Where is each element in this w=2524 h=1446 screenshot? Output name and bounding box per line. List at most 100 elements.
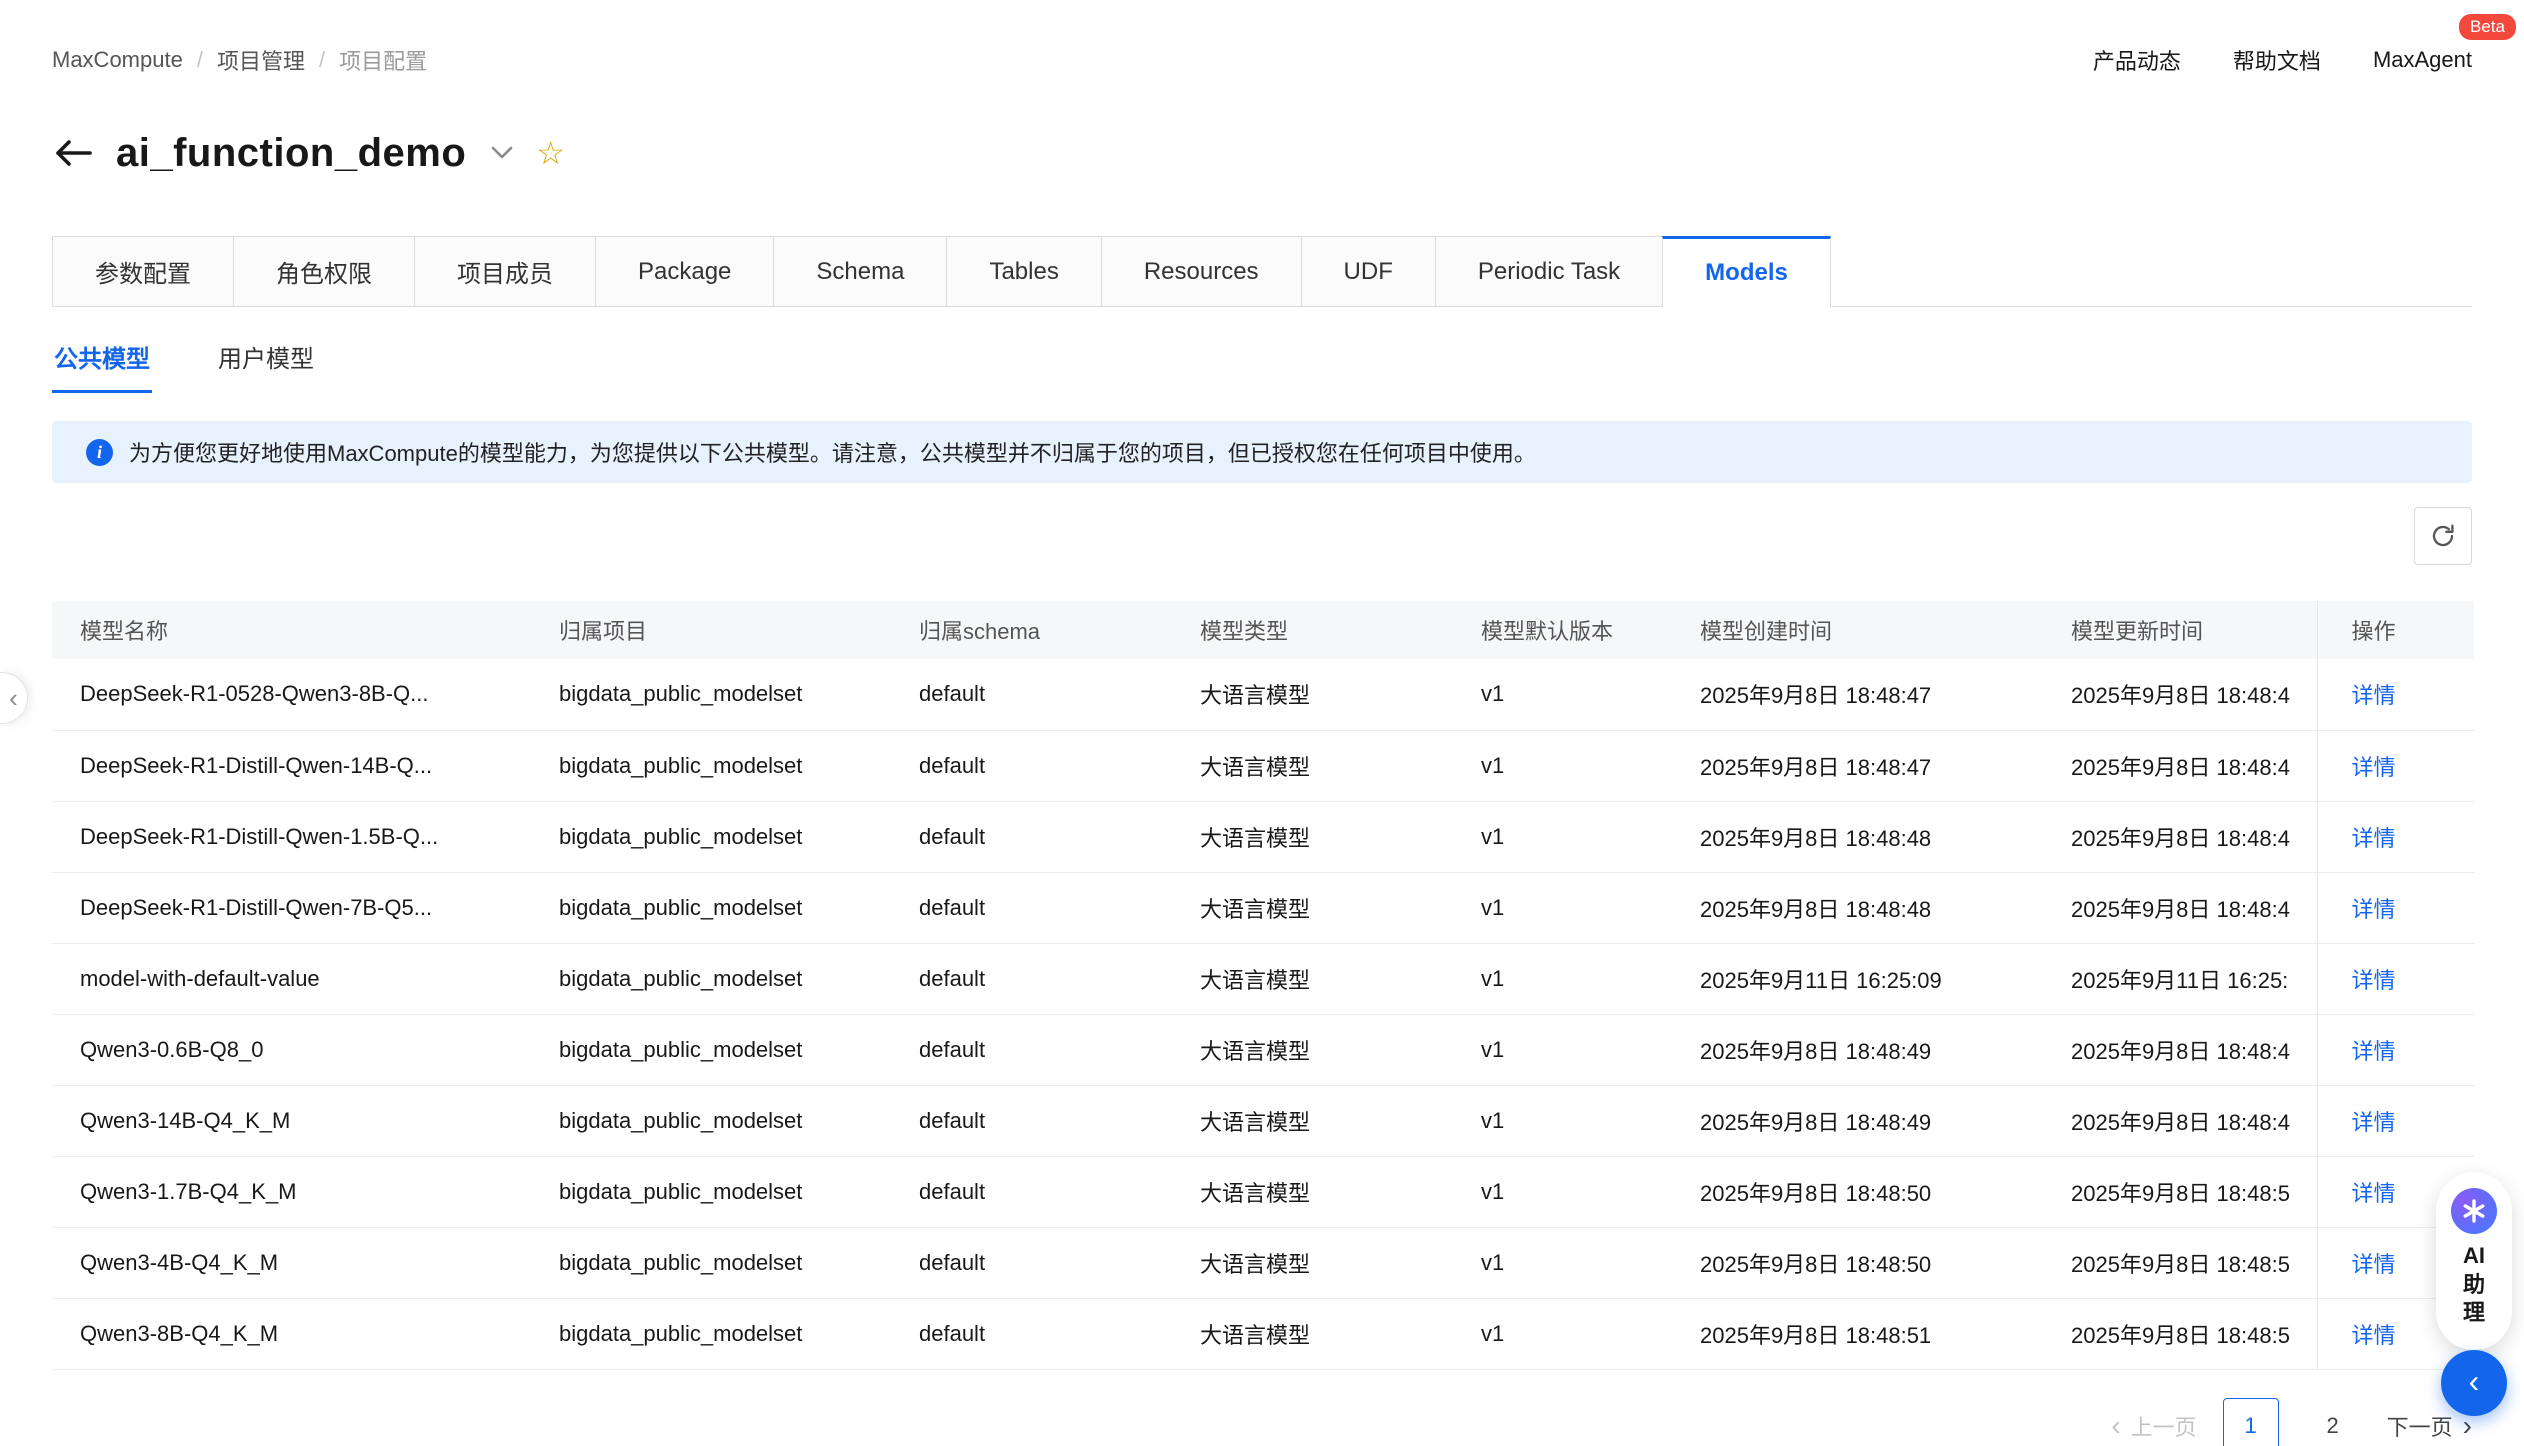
row-actions: 详情 bbox=[2317, 943, 2474, 1014]
col-updated-time: 模型更新时间 bbox=[2071, 601, 2317, 659]
model-schema: default bbox=[919, 872, 1200, 943]
model-name: Qwen3-14B-Q4_K_M bbox=[52, 1085, 559, 1156]
model-type: 大语言模型 bbox=[1200, 801, 1481, 872]
model-updated: 2025年9月8日 18:48:5 bbox=[2071, 1298, 2317, 1369]
model-version: v1 bbox=[1481, 801, 1700, 872]
back-button[interactable] bbox=[52, 137, 94, 169]
detail-link[interactable]: 详情 bbox=[2352, 1181, 2396, 1206]
model-name: Qwen3-1.7B-Q4_K_M bbox=[52, 1156, 559, 1227]
model-version: v1 bbox=[1481, 1014, 1700, 1085]
pagination: ‹ 上一页 1 2 下一页 › bbox=[52, 1398, 2472, 1446]
model-version: v1 bbox=[1481, 659, 1700, 730]
table-row: Qwen3-1.7B-Q4_K_M bigdata_public_modelse… bbox=[52, 1156, 2474, 1227]
prev-page-button[interactable]: ‹ 上一页 bbox=[2111, 1410, 2196, 1442]
row-actions: 详情 bbox=[2317, 730, 2474, 801]
row-actions: 详情 bbox=[2317, 801, 2474, 872]
model-version: v1 bbox=[1481, 943, 1700, 1014]
tab-schema[interactable]: Schema bbox=[773, 236, 946, 306]
model-project: bigdata_public_modelset bbox=[559, 943, 919, 1014]
banner-text: 为方便您更好地使用MaxCompute的模型能力，为您提供以下公共模型。请注意，… bbox=[129, 436, 1536, 468]
info-icon: i bbox=[86, 439, 113, 466]
tab-models[interactable]: Models bbox=[1662, 236, 1831, 307]
model-schema: default bbox=[919, 1014, 1200, 1085]
breadcrumb-project-management[interactable]: 项目管理 bbox=[217, 44, 305, 76]
col-default-version: 模型默认版本 bbox=[1481, 601, 1700, 659]
detail-link[interactable]: 详情 bbox=[2352, 1323, 2396, 1348]
tab-role-permission[interactable]: 角色权限 bbox=[233, 236, 414, 306]
page-1-button[interactable]: 1 bbox=[2223, 1398, 2279, 1446]
model-updated: 2025年9月8日 18:48:4 bbox=[2071, 1014, 2317, 1085]
table-row: DeepSeek-R1-Distill-Qwen-7B-Q5... bigdat… bbox=[52, 872, 2474, 943]
detail-link[interactable]: 详情 bbox=[2352, 897, 2396, 922]
model-type: 大语言模型 bbox=[1200, 872, 1481, 943]
subtab-public-models[interactable]: 公共模型 bbox=[52, 331, 152, 393]
model-updated: 2025年9月8日 18:48:4 bbox=[2071, 801, 2317, 872]
next-page-button[interactable]: 下一页 › bbox=[2387, 1410, 2472, 1442]
model-type: 大语言模型 bbox=[1200, 1085, 1481, 1156]
breadcrumb-project-config: 项目配置 bbox=[339, 44, 427, 76]
model-project: bigdata_public_modelset bbox=[559, 1156, 919, 1227]
favorite-star-icon[interactable]: ☆ bbox=[536, 137, 565, 169]
model-version: v1 bbox=[1481, 872, 1700, 943]
tab-periodic-task[interactable]: Periodic Task bbox=[1435, 236, 1662, 306]
subtab-user-models[interactable]: 用户模型 bbox=[216, 331, 316, 393]
title-row: ai_function_demo ☆ bbox=[52, 122, 2472, 184]
col-created-time: 模型创建时间 bbox=[1700, 601, 2071, 659]
model-updated: 2025年9月8日 18:48:4 bbox=[2071, 1085, 2317, 1156]
project-switcher-chevron-down-icon[interactable] bbox=[490, 145, 514, 161]
detail-link[interactable]: 详情 bbox=[2352, 755, 2396, 780]
models-table: 模型名称 归属项目 归属schema 模型类型 模型默认版本 模型创建时间 模型… bbox=[52, 601, 2474, 1370]
model-created: 2025年9月8日 18:48:49 bbox=[1700, 1014, 2071, 1085]
model-project: bigdata_public_modelset bbox=[559, 1227, 919, 1298]
model-version: v1 bbox=[1481, 1156, 1700, 1227]
model-type: 大语言模型 bbox=[1200, 659, 1481, 730]
model-name: model-with-default-value bbox=[52, 943, 559, 1014]
col-project: 归属项目 bbox=[559, 601, 919, 659]
page-2-button[interactable]: 2 bbox=[2305, 1398, 2361, 1446]
back-arrow-icon bbox=[52, 137, 94, 169]
tab-param-config[interactable]: 参数配置 bbox=[52, 236, 233, 306]
detail-link[interactable]: 详情 bbox=[2352, 968, 2396, 993]
model-version: v1 bbox=[1481, 730, 1700, 801]
breadcrumb-separator: / bbox=[319, 47, 325, 73]
tab-tables[interactable]: Tables bbox=[946, 236, 1100, 306]
model-type: 大语言模型 bbox=[1200, 943, 1481, 1014]
nav-maxagent[interactable]: MaxAgent bbox=[2373, 47, 2472, 73]
refresh-icon bbox=[2429, 522, 2457, 550]
beta-badge: Beta bbox=[2459, 14, 2516, 40]
nav-product-news[interactable]: 产品动态 bbox=[2093, 44, 2181, 76]
model-created: 2025年9月8日 18:48:48 bbox=[1700, 872, 2071, 943]
table-row: Qwen3-14B-Q4_K_M bigdata_public_modelset… bbox=[52, 1085, 2474, 1156]
tab-udf[interactable]: UDF bbox=[1301, 236, 1435, 306]
model-name: Qwen3-8B-Q4_K_M bbox=[52, 1298, 559, 1369]
tab-project-members[interactable]: 项目成员 bbox=[414, 236, 595, 306]
page: MaxCompute / 项目管理 / 项目配置 产品动态 帮助文档 MaxAg… bbox=[0, 0, 2524, 1446]
collapse-sidebar-button[interactable]: ‹ bbox=[2441, 1350, 2507, 1416]
detail-link[interactable]: 详情 bbox=[2352, 1252, 2396, 1277]
detail-link[interactable]: 详情 bbox=[2352, 1039, 2396, 1064]
model-updated: 2025年9月8日 18:48:5 bbox=[2071, 1156, 2317, 1227]
nav-help-docs[interactable]: 帮助文档 bbox=[2233, 44, 2321, 76]
tab-resources[interactable]: Resources bbox=[1101, 236, 1301, 306]
detail-link[interactable]: 详情 bbox=[2352, 826, 2396, 851]
breadcrumb-maxcompute[interactable]: MaxCompute bbox=[52, 47, 183, 73]
detail-link[interactable]: 详情 bbox=[2352, 1110, 2396, 1135]
model-schema: default bbox=[919, 1156, 1200, 1227]
prev-page-label: 上一页 bbox=[2131, 1410, 2197, 1442]
chevron-left-icon: ‹ bbox=[2469, 1363, 2480, 1400]
refresh-button[interactable] bbox=[2414, 507, 2472, 565]
detail-link[interactable]: 详情 bbox=[2352, 683, 2396, 708]
table-row: Qwen3-8B-Q4_K_M bigdata_public_modelset … bbox=[52, 1298, 2474, 1369]
model-name: DeepSeek-R1-0528-Qwen3-8B-Q... bbox=[52, 659, 559, 730]
table-row: Qwen3-4B-Q4_K_M bigdata_public_modelset … bbox=[52, 1227, 2474, 1298]
model-name: DeepSeek-R1-Distill-Qwen-7B-Q5... bbox=[52, 872, 559, 943]
ai-assistant-widget[interactable]: AI助理 bbox=[2436, 1172, 2512, 1350]
col-model-type: 模型类型 bbox=[1200, 601, 1481, 659]
tab-package[interactable]: Package bbox=[595, 236, 773, 306]
row-actions: 详情 bbox=[2317, 872, 2474, 943]
model-created: 2025年9月8日 18:48:50 bbox=[1700, 1227, 2071, 1298]
col-schema: 归属schema bbox=[919, 601, 1200, 659]
model-created: 2025年9月8日 18:48:49 bbox=[1700, 1085, 2071, 1156]
model-type: 大语言模型 bbox=[1200, 1014, 1481, 1085]
next-page-label: 下一页 bbox=[2387, 1410, 2453, 1442]
